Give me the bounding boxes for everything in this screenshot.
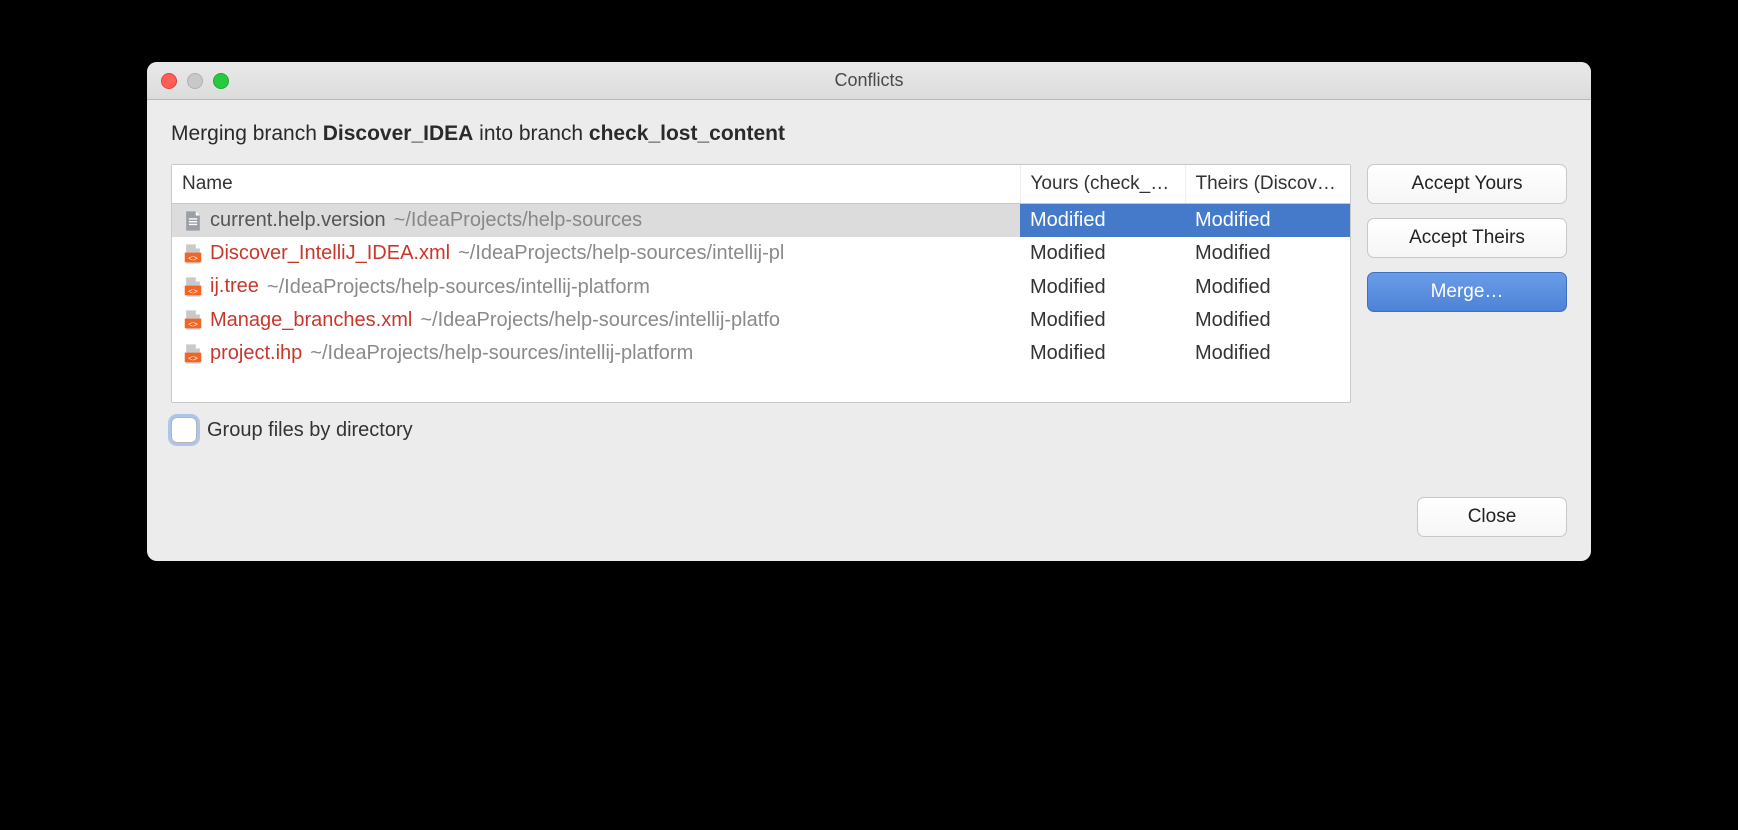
branch-from: Discover_IDEA	[323, 122, 474, 145]
file-path: ~/IdeaProjects/help-sources/intellij-pl	[458, 242, 784, 264]
conflicts-table: Name Yours (check_… Theirs (Discov… curr…	[171, 164, 1351, 403]
theirs-status: Modified	[1185, 237, 1350, 270]
file-name: ij.tree	[210, 276, 259, 298]
yours-status: Modified	[1020, 237, 1185, 270]
col-header-name[interactable]: Name	[172, 165, 1020, 204]
theirs-status: Modified	[1185, 304, 1350, 337]
file-name-cell[interactable]: <> Discover_IntelliJ_IDEA.xml ~/IdeaProje…	[172, 237, 1020, 270]
maximize-window-icon[interactable]	[213, 73, 229, 89]
theirs-status: Modified	[1185, 270, 1350, 303]
col-header-yours[interactable]: Yours (check_…	[1020, 165, 1185, 204]
subheader-mid: into branch	[473, 122, 589, 145]
yours-status: Modified	[1020, 304, 1185, 337]
branch-to: check_lost_content	[589, 122, 785, 145]
accept-yours-button[interactable]: Accept Yours	[1367, 164, 1567, 204]
file-name-cell[interactable]: <> Manage_branches.xml ~/IdeaProjects/hel…	[172, 304, 1020, 337]
xml-file-icon: <>	[182, 309, 204, 331]
table-row[interactable]: <> ij.tree ~/IdeaProjects/help-sources/in…	[172, 270, 1350, 303]
group-by-directory-label: Group files by directory	[207, 419, 413, 442]
xml-file-icon: <>	[182, 276, 204, 298]
conflicts-dialog: Conflicts Merging branch Discover_IDEA i…	[147, 62, 1591, 561]
window-title: Conflicts	[147, 70, 1591, 91]
merge-subheader: Merging branch Discover_IDEA into branch…	[171, 122, 1567, 146]
close-window-icon[interactable]	[161, 73, 177, 89]
svg-text:<>: <>	[188, 353, 198, 362]
col-header-theirs[interactable]: Theirs (Discov…	[1185, 165, 1350, 204]
table-row[interactable]: <> Discover_IntelliJ_IDEA.xml ~/IdeaProje…	[172, 237, 1350, 270]
svg-text:<>: <>	[188, 320, 198, 329]
file-name-cell[interactable]: current.help.version ~/IdeaProjects/help-…	[172, 204, 1020, 238]
file-name: Manage_branches.xml	[210, 309, 412, 331]
file-name: project.ihp	[210, 342, 302, 364]
group-by-directory-row[interactable]: Group files by directory	[171, 417, 413, 443]
xml-file-icon: <>	[182, 343, 204, 365]
group-by-directory-checkbox[interactable]	[171, 417, 197, 443]
table-row[interactable]: <> project.ihp ~/IdeaProjects/help-source…	[172, 337, 1350, 370]
accept-theirs-button[interactable]: Accept Theirs	[1367, 218, 1567, 258]
svg-text:<>: <>	[188, 287, 198, 296]
yours-status: Modified	[1020, 337, 1185, 370]
file-name: Discover_IntelliJ_IDEA.xml	[210, 242, 450, 264]
file-path: ~/IdeaProjects/help-sources	[394, 209, 642, 231]
close-button[interactable]: Close	[1417, 497, 1567, 537]
file-path: ~/IdeaProjects/help-sources/intellij-pla…	[310, 342, 693, 364]
subheader-prefix: Merging branch	[171, 122, 323, 145]
titlebar: Conflicts	[147, 62, 1591, 100]
minimize-window-icon	[187, 73, 203, 89]
file-icon	[182, 210, 204, 232]
file-path: ~/IdeaProjects/help-sources/intellij-pla…	[267, 276, 650, 298]
file-name: current.help.version	[210, 209, 386, 231]
file-path: ~/IdeaProjects/help-sources/intellij-pla…	[420, 309, 780, 331]
svg-text:<>: <>	[188, 254, 198, 263]
table-row[interactable]: current.help.version ~/IdeaProjects/help-…	[172, 204, 1350, 238]
theirs-status: Modified	[1185, 337, 1350, 370]
yours-status: Modified	[1020, 270, 1185, 303]
action-buttons: Accept Yours Accept Theirs Merge…	[1367, 164, 1567, 403]
theirs-status: Modified	[1185, 204, 1350, 238]
file-name-cell[interactable]: <> ij.tree ~/IdeaProjects/help-sources/in…	[172, 270, 1020, 303]
yours-status: Modified	[1020, 204, 1185, 238]
table-row[interactable]: <> Manage_branches.xml ~/IdeaProjects/hel…	[172, 304, 1350, 337]
traffic-lights	[161, 73, 229, 89]
merge-button[interactable]: Merge…	[1367, 272, 1567, 312]
xml-file-icon: <>	[182, 243, 204, 265]
file-name-cell[interactable]: <> project.ihp ~/IdeaProjects/help-source…	[172, 337, 1020, 370]
